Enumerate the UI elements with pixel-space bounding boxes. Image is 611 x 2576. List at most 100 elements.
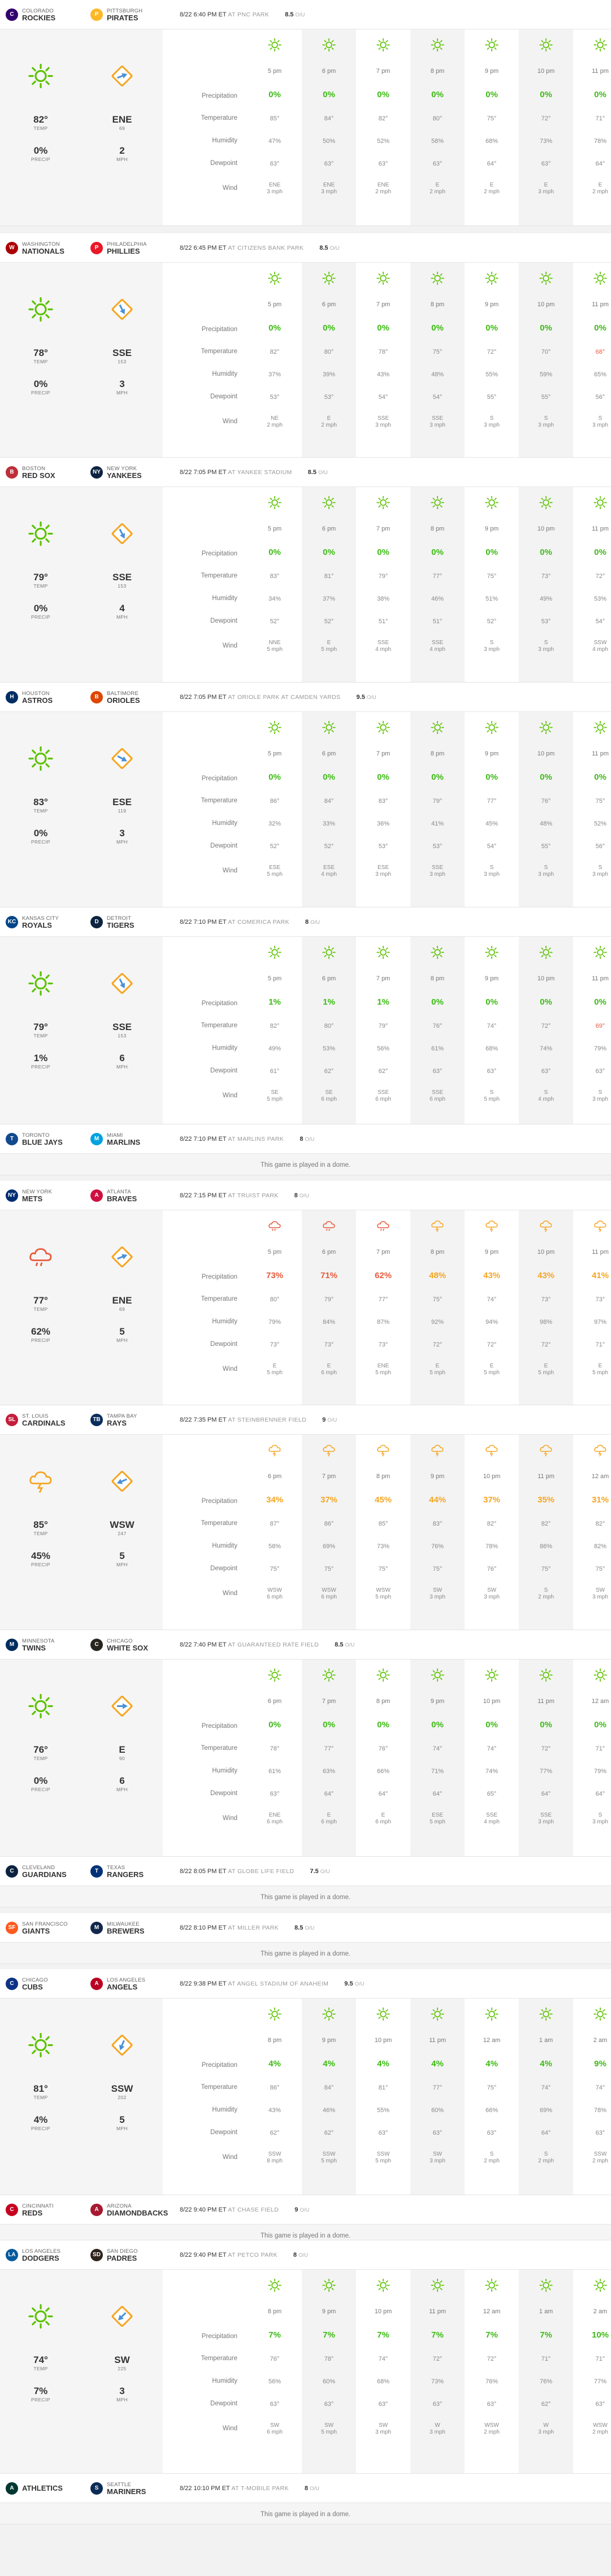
thunder-cloud-icon <box>267 1443 282 1461</box>
hour-time: 8 pm <box>430 68 445 75</box>
home-team[interactable]: A ARIZONA DIAMONDBACKS <box>90 2195 168 2225</box>
wind-dir: SSE <box>486 1812 497 1818</box>
home-team[interactable]: D DETROIT TIGERS <box>90 907 157 937</box>
wind-dir: SW <box>324 2422 334 2429</box>
hour-column: 8 pm 0% 76° 61% 63° SSE 6 mph <box>410 937 465 1124</box>
thunder-cloud-icon <box>593 1219 608 1236</box>
home-team[interactable]: NY NEW YORK YANKEES <box>90 458 157 487</box>
wind-value: SW 3 mph <box>573 1587 611 1601</box>
game-card: LA LOS ANGELES DODGERS SD SAN DIEGO PADRES 8/2… <box>0 2240 611 2474</box>
away-team[interactable]: SL ST. LOUIS CARDINALS <box>6 1405 90 1435</box>
hour-column: 9 pm 0% 74° 68% 63° S 5 mph <box>465 937 519 1124</box>
hour-time: 12 am <box>591 1473 609 1480</box>
home-team[interactable]: T TEXAS RANGERS <box>90 1857 157 1886</box>
away-team[interactable]: A ATHLETICS <box>6 2474 90 2503</box>
rating-value: 8 <box>293 2251 299 2258</box>
away-team[interactable]: C CINCINNATI REDS <box>6 2195 90 2225</box>
hour-time: 10 pm <box>537 525 555 532</box>
hour-time: 8 pm <box>376 1698 391 1705</box>
rating-value: 8 <box>305 918 311 926</box>
home-team[interactable]: A LOS ANGELES ANGELS <box>90 1969 157 1999</box>
wind-degrees: 202 <box>118 2095 127 2100</box>
dome-note: This game is played in a dome. <box>0 1154 611 1175</box>
hour-column: 11 pm 41% 73° 97% 71° E 5 mph <box>573 1210 611 1405</box>
wind-value: W3 mph <box>519 2422 573 2436</box>
home-team[interactable]: TB TAMPA BAY RAYS <box>90 1405 157 1435</box>
precip-value: 0% <box>540 323 552 333</box>
sun-icon <box>267 2278 282 2296</box>
wind-speed-value: 2 mph <box>592 189 608 195</box>
home-team[interactable]: S SEATTLE MARINERS <box>90 2474 157 2503</box>
hour-time: 9 pm <box>430 1473 445 1480</box>
away-team[interactable]: SF SAN FRANCISCO GIANTS <box>6 1913 90 1943</box>
dewpoint-value: 63° <box>595 2401 605 2408</box>
away-team[interactable]: W WASHINGTON NATIONALS <box>6 233 90 263</box>
home-team[interactable]: M MILWAUKEE BREWERS <box>90 1913 157 1943</box>
hour-column: 9 pm 0% 77° 45% 54° S 3 mph <box>465 712 519 907</box>
hour-column: 8 pm 0% 75° 48% 54° SSE 3 mph <box>410 263 465 457</box>
home-team[interactable]: P PITTSBURGH PIRATES <box>90 0 157 29</box>
dewpoint-value: 72° <box>432 1341 443 1348</box>
team-nickname: REDS <box>22 2208 43 2217</box>
temp-value: 76° <box>541 798 551 805</box>
wind-speed-value: 3 mph <box>592 1594 608 1600</box>
away-team[interactable]: KC KANSAS CITY ROYALS <box>6 907 90 937</box>
rating-value: 8.5 <box>294 1924 305 1931</box>
team-nickname: GIANTS <box>22 1926 50 1935</box>
team-logo-icon: T <box>6 1132 18 1145</box>
away-team[interactable]: LA LOS ANGELES DODGERS <box>6 2240 90 2270</box>
home-team[interactable]: M MIAMI MARLINS <box>90 1124 157 1154</box>
game-header: NY NEW YORK METS A ATLANTA BRAVES 8/22 7:15 PM… <box>0 1181 611 1210</box>
temp-value: 71° <box>595 2356 605 2362</box>
wind-value: ENE 3 mph <box>248 182 302 196</box>
team-name: ATHLETICS <box>22 2484 63 2492</box>
hour-time: 8 pm <box>430 301 445 308</box>
game-time: 8/22 7:05 PM ET <box>180 468 228 476</box>
away-team[interactable]: H HOUSTON ASTROS <box>6 683 90 712</box>
rating-value: 8 <box>300 1135 305 1143</box>
hour-time: 10 pm <box>374 2308 392 2315</box>
away-team[interactable]: C CLEVELAND GUARDIANS <box>6 1857 90 1886</box>
dewpoint-row-label: Dewpoint <box>210 393 237 400</box>
wind-speed-value: 3 mph <box>321 189 337 195</box>
home-team[interactable]: P PHILADELPHIA PHILLIES <box>90 233 157 263</box>
team-nickname: PIRATES <box>107 13 138 22</box>
hour-time: 11 pm <box>592 68 609 75</box>
home-team[interactable]: B BALTIMORE ORIOLES <box>90 683 157 712</box>
hour-column: 12 am 4% 75° 66% 63° S 2 mph <box>465 1999 519 2195</box>
away-team[interactable]: M MINNESOTA TWINS <box>6 1630 90 1660</box>
hour-column: 11 pm 0% 72° 77% 64° SSE 3 mph <box>519 1660 573 1856</box>
hour-time: 9 pm <box>484 1249 499 1256</box>
temp-label: TEMP <box>33 1756 48 1761</box>
away-team[interactable]: C CHICAGO CUBS <box>6 1969 90 1999</box>
humidity-value: 87% <box>376 1319 390 1326</box>
precip-row-label: Precipitation <box>201 93 237 99</box>
away-team[interactable]: B BOSTON RED SOX <box>6 458 90 487</box>
precip-label: PRECIP <box>31 839 51 845</box>
sun-icon <box>484 945 499 963</box>
humidity-value: 68% <box>485 138 499 145</box>
team-nickname: CARDINALS <box>22 1418 66 1427</box>
precip-value: 0% <box>594 548 606 557</box>
wind-value: NE 2 mph <box>248 415 302 429</box>
game-header: T TORONTO BLUE JAYS M MIAMI MARLINS 8/22 7:10 … <box>0 1124 611 1154</box>
home-team[interactable]: A ATLANTA BRAVES <box>90 1181 157 1210</box>
dewpoint-row-label: Dewpoint <box>210 160 237 167</box>
away-team[interactable]: NY NEW YORK METS <box>6 1181 90 1210</box>
team-logo-icon: TB <box>90 1413 103 1426</box>
hour-column: 12 am 0% 71° 79% 64° S 3 mph <box>573 1660 611 1856</box>
home-team[interactable]: SD SAN DIEGO PADRES <box>90 2240 157 2270</box>
hour-column: 7 pm 0% 77° 63% 64° E 6 mph <box>302 1660 356 1856</box>
away-team[interactable]: T TORONTO BLUE JAYS <box>6 1124 90 1154</box>
home-team[interactable]: C CHICAGO WHITE SOX <box>90 1630 157 1660</box>
away-team[interactable]: C COLORADO ROCKIES <box>6 0 90 29</box>
temp-value: 72° <box>487 2356 497 2362</box>
humidity-value: 53% <box>322 1045 336 1052</box>
sun-icon <box>484 38 499 55</box>
wind-dir: SSW <box>593 640 607 646</box>
over-under-rating: 8 O/U <box>294 1192 309 1199</box>
wind-direction-icon <box>111 2034 133 2060</box>
team-nickname: RANGERS <box>107 1870 144 1879</box>
humidity-value: 76% <box>431 1543 444 1550</box>
park-name: AT COMERICA PARK <box>228 918 289 926</box>
